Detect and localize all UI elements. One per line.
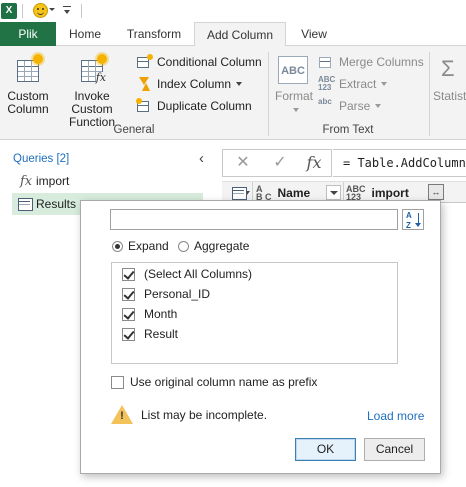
sigma-icon: Σ [441,56,455,81]
list-item[interactable]: (Select All Columns) [122,265,252,283]
formula-input[interactable]: = Table.AddColumn(a [333,149,466,177]
format-label: Format [275,90,313,116]
column-header-label: Name [277,185,311,200]
cancel-button[interactable]: Cancel [364,438,425,461]
chevron-down-icon [381,82,388,86]
custom-column-button[interactable]: Custom Column [5,54,51,116]
list-item-label: Month [144,307,178,321]
tab-file[interactable]: Plik [0,22,56,46]
toolbar-divider [22,4,23,18]
column-filter-dropdown[interactable] [326,185,341,200]
duplicate-column-label: Duplicate Column [157,99,252,113]
prefix-option-label: Use original column name as prefix [130,375,318,389]
list-item-label: Result [144,327,179,341]
query-item-import[interactable]: fx import [12,170,203,192]
aggregate-radio-label: Aggregate [194,239,250,253]
query-item-label: import [36,174,70,188]
index-column-label: Index Column [157,77,232,91]
expand-radio[interactable]: Expand [112,239,169,253]
text-type-icon: AB C [256,183,272,202]
table-icon [12,197,36,211]
list-item[interactable]: Month [122,305,177,323]
tab-add-column[interactable]: Add Column [194,22,286,47]
group-label-from-text: From Text [322,124,374,136]
radio-selected-icon [112,240,123,252]
group-divider [268,52,269,136]
chevron-down-icon [236,82,243,86]
collapse-pane-chevron-icon[interactable]: ‹ [199,150,204,167]
invoke-function-icon: fx [77,54,107,84]
format-button[interactable]: ABC Format [275,54,313,116]
invoke-custom-function-button[interactable]: fx Invoke Custom Function [52,54,132,129]
toolbar-divider [81,4,82,18]
incomplete-list-warning: ! List may be incomplete. [111,404,267,426]
warning-text: List may be incomplete. [141,408,268,422]
sort-az-icon[interactable]: AZ [402,209,424,230]
search-input[interactable] [110,209,398,230]
lightning-icon [136,76,154,92]
list-item[interactable]: Personal_ID [122,285,210,303]
column-checklist: (Select All Columns) Personal_ID Month R… [111,262,398,364]
warning-icon: ! [111,405,133,425]
ok-button[interactable]: OK [295,438,356,461]
checkbox-checked-icon[interactable] [122,327,135,341]
duplicate-column-icon [136,98,154,114]
list-item-label: (Select All Columns) [144,267,253,281]
invoke-function-label-1: Invoke Custom [71,89,113,116]
cancel-formula-icon[interactable]: ✕ [225,150,261,176]
statistics-button[interactable]: Σ Statisti [433,54,466,103]
merge-columns-button[interactable]: Merge Columns [318,52,424,72]
expand-column-popup: AZ Expand Aggregate (Select All Columns)… [80,200,441,474]
expand-radio-label: Expand [128,239,169,253]
list-item[interactable]: Result [122,325,178,343]
merge-columns-label: Merge Columns [339,55,424,69]
list-item-label: Personal_ID [144,287,211,301]
duplicate-column-button[interactable]: Duplicate Column [136,96,252,116]
merge-columns-icon [318,54,336,70]
expand-column-icon[interactable]: ↔ [428,184,444,200]
custom-column-label-2: Column [7,102,49,116]
tab-view[interactable]: View [286,22,342,46]
smiley-feedback-icon[interactable] [33,3,48,18]
prefix-option[interactable]: Use original column name as prefix [111,373,317,391]
format-icon: ABC [278,54,308,84]
any-type-icon: ABC 123 [346,183,366,202]
parse-button[interactable]: abc Parse [318,96,382,116]
excel-logo-icon: X [1,3,17,19]
custom-column-icon [13,54,43,84]
extract-label: Extract [339,77,377,91]
load-more-link[interactable]: Load more [367,409,424,423]
parse-icon: abc [318,97,332,106]
checkbox-checked-icon[interactable] [122,287,135,301]
fx-icon[interactable]: fx [296,150,332,176]
parse-label: Parse [339,99,371,113]
commit-formula-icon[interactable]: ✓ [262,150,298,176]
conditional-column-label: Conditional Column [157,55,262,69]
conditional-column-icon [136,54,154,70]
extract-button[interactable]: ABC 123 Extract [318,74,388,94]
query-item-label: Results [36,197,77,211]
checkbox-checked-icon[interactable] [122,267,135,281]
index-column-button[interactable]: Index Column [136,74,243,94]
tab-home[interactable]: Home [56,22,114,46]
ribbon-tabs: Plik Home Transform Add Column View [0,22,466,47]
checkbox-checked-icon[interactable] [122,307,135,321]
chevron-down-icon[interactable] [49,8,55,11]
group-label-general: General [113,124,155,136]
tab-transform[interactable]: Transform [114,22,194,46]
checkbox-unchecked-icon[interactable] [111,375,124,389]
column-header-label: import [371,185,409,200]
ribbon: Custom Column fx Invoke Custom Function … [0,46,466,140]
statistics-label: Statisti [433,89,466,103]
aggregate-radio[interactable]: Aggregate [178,239,249,253]
conditional-column-button[interactable]: Conditional Column [136,52,262,72]
queries-pane-title: Queries [2] [13,153,70,165]
chevron-down-icon [375,104,382,108]
customize-toolbar-icon[interactable] [63,6,71,16]
fx-icon: fx [20,173,33,189]
radio-unselected-icon [178,240,189,252]
abc-123-icon: ABC 123 [318,75,336,92]
group-divider [429,52,430,136]
quick-access-toolbar: X [0,0,466,22]
